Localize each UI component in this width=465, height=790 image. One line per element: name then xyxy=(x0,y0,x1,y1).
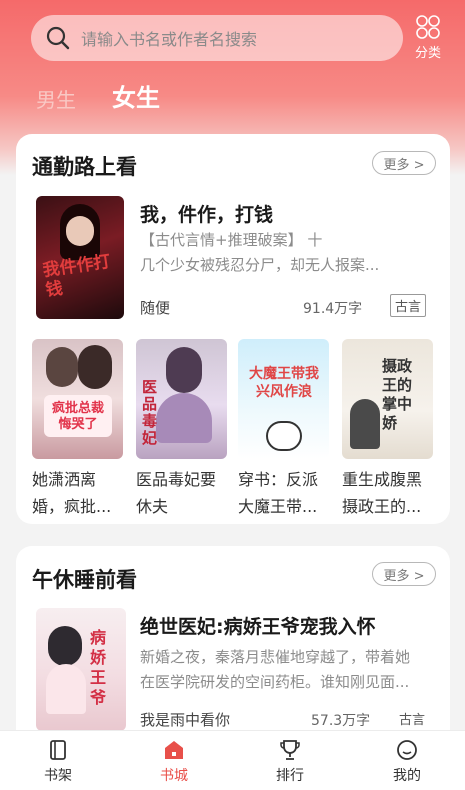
more-button[interactable]: 更多 > xyxy=(372,562,436,586)
search-icon xyxy=(46,26,70,50)
grid-book-title[interactable]: 重生成腹黑摄政王的... xyxy=(342,466,434,520)
genre-tag: 古言 xyxy=(399,713,426,728)
search-input[interactable]: 请输入书名或作者名搜索 xyxy=(31,15,403,61)
nav-ranking[interactable]: 排行 xyxy=(232,731,348,790)
book-title[interactable]: 绝世医妃:病娇王爷宠我入怀 xyxy=(140,612,376,639)
cover-title-art: 摄政王的掌中娇 xyxy=(382,357,413,432)
cover-title-art: 大魔王带我兴风作浪 xyxy=(249,366,319,400)
grid-book-title[interactable]: 医品毒妃要休夫 xyxy=(136,466,228,520)
book-author: 我是雨中看你 xyxy=(140,711,231,729)
book-author: 随便 xyxy=(140,299,171,317)
category-button[interactable]: 分类 xyxy=(408,14,448,62)
genre-tag: 古言 xyxy=(390,294,427,317)
nav-profile[interactable]: 我的 xyxy=(349,731,465,790)
book-word-count: 57.3万字 xyxy=(311,713,371,729)
nav-bookshelf[interactable]: 书架 xyxy=(0,731,116,790)
cover-face xyxy=(66,216,94,246)
book-cover[interactable]: 大魔王带我兴风作浪 xyxy=(238,339,329,459)
tab-male[interactable]: 男生 xyxy=(36,84,76,113)
cover-panda xyxy=(266,421,302,451)
cover-dress xyxy=(46,664,86,714)
bottom-nav: 书架 书城 排行 我的 xyxy=(0,730,465,790)
grid-book-title[interactable]: 她潇洒离婚，疯批... xyxy=(32,466,124,520)
tab-female[interactable]: 女生 xyxy=(112,78,160,113)
cover-title-art: 医品毒妃 xyxy=(142,378,158,447)
more-button[interactable]: 更多 > xyxy=(372,151,436,175)
book-desc-line2: 几个少女被残忍分尸，却无人报案... xyxy=(140,256,380,274)
book-title[interactable]: 我，件作，打钱 xyxy=(140,200,273,227)
book-desc-line1: 【古代言情+推理破案】 十 xyxy=(140,231,323,249)
book-cover[interactable]: 病娇王爷 xyxy=(36,608,126,731)
nav-bookstore[interactable]: 书城 xyxy=(116,731,232,790)
nav-label: 排行 xyxy=(276,767,304,784)
cover-title-art: 我件作打钱 xyxy=(41,251,112,301)
section-title: 通勤路上看 xyxy=(32,155,137,179)
section-title: 午休睡前看 xyxy=(32,568,137,592)
book-word-count: 91.4万字 xyxy=(303,301,363,317)
book-cover[interactable]: 我件作打钱 xyxy=(36,196,124,319)
book-cover[interactable]: 摄政王的掌中娇 xyxy=(342,339,433,459)
cover-figure xyxy=(78,345,112,389)
category-label: 分类 xyxy=(414,46,441,61)
cover-figure xyxy=(48,626,82,666)
grid-book-title[interactable]: 穿书：反派大魔王带... xyxy=(238,466,330,520)
section-commute: 通勤路上看 更多 > 我件作打钱 我，件作，打钱 【古代言情+推理破案】 十 几… xyxy=(16,134,450,524)
cover-figure xyxy=(350,399,380,449)
book-desc-line2: 在医学院研发的空间药柜。谁知刚见面... xyxy=(140,673,410,691)
cover-title-art: 疯批总裁悔哭了 xyxy=(51,401,104,432)
gender-tabs: 男生 女生 xyxy=(36,78,160,113)
cover-title-art: 病娇王爷 xyxy=(90,628,107,707)
bookstore-home-icon xyxy=(165,740,183,759)
nav-label: 我的 xyxy=(393,767,421,784)
book-desc-line1: 新婚之夜，秦落月悲催地穿越了，带着她 xyxy=(140,648,411,666)
book-cover[interactable]: 疯批总裁悔哭了 xyxy=(32,339,123,459)
nav-label: 书架 xyxy=(44,767,72,784)
nav-label: 书城 xyxy=(160,767,188,784)
cover-figure xyxy=(166,347,202,393)
category-grid-icon xyxy=(416,15,440,39)
search-placeholder: 请输入书名或作者名搜索 xyxy=(81,30,258,49)
book-cover[interactable]: 医品毒妃 xyxy=(136,339,227,459)
trophy-icon xyxy=(280,739,300,760)
bookshelf-icon xyxy=(50,739,66,760)
cover-figure xyxy=(46,347,78,387)
profile-icon xyxy=(397,739,417,760)
